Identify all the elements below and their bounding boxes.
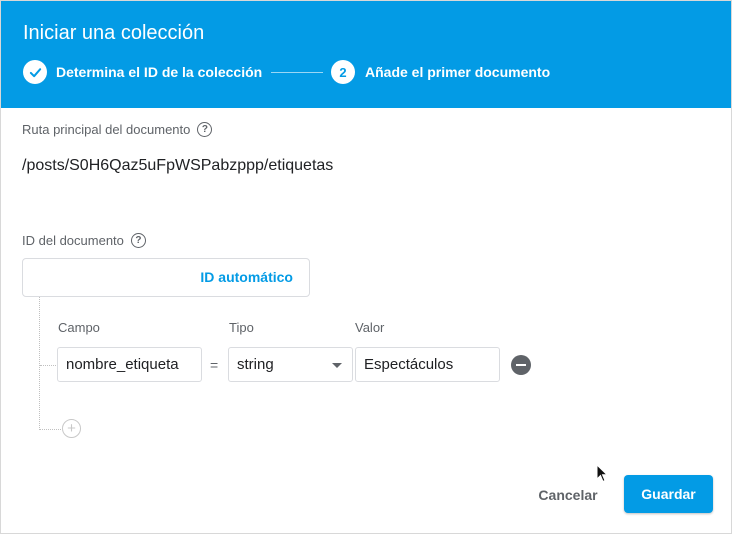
dialog-header: Iniciar una colección Determina el ID de… (1, 1, 731, 108)
start-collection-dialog: Iniciar una colección Determina el ID de… (0, 0, 732, 534)
field-type-value: string (237, 356, 274, 373)
help-icon[interactable]: ? (130, 233, 146, 248)
parent-path-value: /posts/S0H6Qaz5uFpWSPabzppp/etiquetas (22, 157, 334, 174)
mouse-cursor-icon (596, 464, 608, 483)
step-1-label: Determina el ID de la colección (56, 64, 263, 80)
add-field-icon[interactable]: + (62, 419, 81, 438)
document-id-label-row: ID del documento ? (22, 233, 146, 248)
step-2-number: 2 (331, 60, 355, 84)
document-id-label: ID del documento (22, 233, 124, 248)
check-icon (29, 67, 41, 77)
value-column-header: Valor (355, 320, 385, 335)
type-column-header: Tipo (229, 320, 254, 335)
dropdown-arrow-icon (332, 363, 342, 368)
field-type-select[interactable]: string (228, 347, 353, 382)
parent-path-label: Ruta principal del documento (22, 122, 191, 137)
field-name-input[interactable]: nombre_etiqueta (57, 347, 202, 382)
save-button[interactable]: Guardar (624, 475, 713, 513)
step-connector (271, 72, 323, 73)
cancel-button[interactable]: Cancelar (529, 484, 607, 506)
step-2-label: Añade el primer documento (365, 64, 551, 80)
field-tree-branch (40, 429, 61, 430)
parent-path-label-row: Ruta principal del documento ? (22, 122, 213, 137)
field-value-input[interactable]: Espectáculos (355, 347, 500, 382)
dialog-title: Iniciar una colección (23, 22, 205, 44)
equals-sign: = (210, 357, 219, 373)
remove-field-icon[interactable] (511, 355, 531, 375)
field-tree-line (39, 297, 40, 430)
step-1-check-icon (23, 60, 47, 84)
document-id-input[interactable]: ID automático (22, 258, 310, 297)
help-icon[interactable]: ? (197, 122, 213, 137)
auto-id-button[interactable]: ID automático (200, 269, 293, 285)
field-tree-branch (40, 365, 56, 366)
field-column-header: Campo (58, 320, 100, 335)
